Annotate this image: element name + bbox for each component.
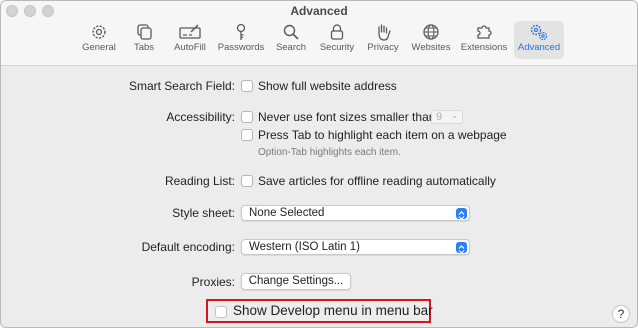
tab-label: Privacy (367, 42, 399, 53)
chevron-updown-icon (456, 208, 467, 220)
gears-icon (530, 24, 548, 41)
window-title: Advanced (290, 4, 348, 18)
tab-passwords[interactable]: Passwords (215, 21, 267, 59)
tab-highlight-checkbox[interactable] (241, 129, 253, 141)
help-button[interactable]: ? (612, 305, 630, 323)
save-articles-checkbox[interactable] (241, 175, 253, 187)
show-full-address-text: Show full website address (258, 79, 397, 93)
tab-security[interactable]: Security (316, 21, 358, 59)
autofill-icon (179, 24, 201, 39)
font-size-popup[interactable]: 9 ⌄ (431, 110, 463, 124)
titlebar: Advanced General Tabs AutoFill Passwords… (1, 1, 637, 66)
option-tab-note: Option-Tab highlights each item. (258, 147, 401, 158)
style-sheet-popup[interactable]: None Selected (241, 205, 470, 221)
show-develop-menu-checkbox[interactable] (215, 306, 227, 318)
show-develop-menu-text: Show Develop menu in menu bar (233, 303, 433, 318)
show-full-address-checkbox[interactable] (241, 80, 253, 92)
tab-label: Security (319, 42, 355, 53)
tab-label: Search (275, 42, 307, 53)
globe-icon (423, 24, 439, 40)
tab-tabs[interactable]: Tabs (125, 21, 163, 59)
tab-search[interactable]: Search (272, 21, 310, 59)
min-font-size-checkbox[interactable] (241, 111, 253, 123)
default-encoding-value: Western (ISO Latin 1) (249, 241, 360, 253)
smart-search-label: Smart Search Field: (128, 79, 235, 93)
tab-label: Extensions (460, 42, 508, 53)
accessibility-label: Accessibility: (166, 110, 235, 124)
min-font-size-text: Never use font sizes smaller than (258, 110, 436, 124)
key-icon (236, 23, 246, 40)
tab-general[interactable]: General (80, 21, 118, 59)
tab-label: Tabs (133, 42, 155, 53)
preferences-window: Advanced General Tabs AutoFill Passwords… (0, 0, 638, 328)
lock-icon (330, 24, 344, 40)
tabs-icon (137, 24, 152, 40)
tab-privacy[interactable]: Privacy (365, 21, 401, 59)
gear-icon (92, 25, 106, 39)
chevron-down-icon: ⌄ (451, 111, 458, 120)
tab-label: Websites (411, 42, 451, 53)
chevron-updown-icon (456, 242, 467, 254)
tab-label: Passwords (217, 42, 265, 53)
search-icon (283, 24, 299, 40)
default-encoding-popup[interactable]: Western (ISO Latin 1) (241, 239, 470, 255)
tab-extensions[interactable]: Extensions (458, 21, 510, 59)
puzzle-icon (477, 25, 492, 39)
style-sheet-label: Style sheet: (172, 206, 235, 220)
tab-label: General (82, 42, 116, 53)
default-encoding-label: Default encoding: (141, 240, 235, 254)
tab-label: Advanced (517, 42, 561, 53)
change-settings-button[interactable]: Change Settings... (241, 273, 351, 290)
tab-advanced[interactable]: Advanced (514, 21, 564, 59)
reading-list-label: Reading List: (164, 174, 235, 188)
tab-autofill[interactable]: AutoFill (168, 21, 212, 59)
save-articles-text: Save articles for offline reading automa… (258, 174, 496, 188)
hand-icon (378, 24, 391, 41)
proxies-label: Proxies: (191, 275, 235, 289)
tab-label: AutoFill (174, 42, 206, 53)
font-size-value: 9 (436, 111, 443, 123)
style-sheet-value: None Selected (249, 207, 325, 219)
tab-websites[interactable]: Websites (409, 21, 453, 59)
tab-highlight-text: Press Tab to highlight each item on a we… (258, 128, 507, 142)
